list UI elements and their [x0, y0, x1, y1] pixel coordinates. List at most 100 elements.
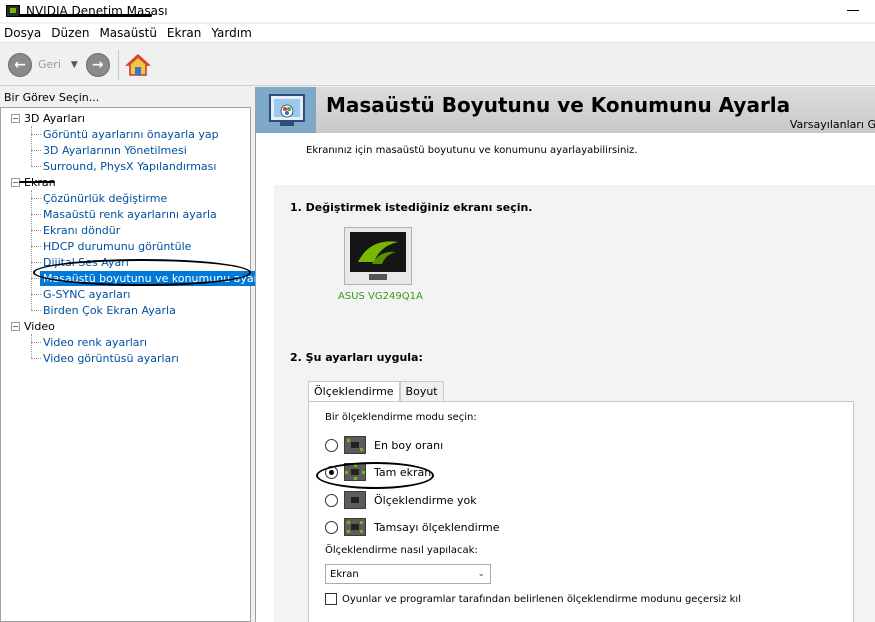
minimize-button[interactable]	[847, 10, 859, 11]
menu-masaustu[interactable]: Masaüstü	[95, 26, 162, 40]
tree-connector	[31, 150, 41, 151]
tree-item-label: HDCP durumunu görüntüle	[43, 239, 192, 253]
select-display-heading: 1. Değiştirmek istediğiniz ekranı seçin.	[290, 201, 533, 214]
annotation-circle	[33, 259, 251, 286]
tree-item-preset-image-settings[interactable]: Görüntü ayarlarını önayarla yap	[1, 126, 250, 142]
toolbar: ← Geri ▼ →	[0, 44, 875, 86]
radio-no-scaling[interactable]	[325, 493, 338, 507]
override-checkbox[interactable]	[325, 593, 337, 605]
monitor-stand	[369, 274, 387, 280]
restore-defaults-link[interactable]: Varsayılanları G	[790, 118, 875, 131]
tree-item-gsync-settings[interactable]: G-SYNC ayarları	[1, 286, 250, 302]
forward-button[interactable]: →	[85, 52, 110, 77]
back-button[interactable]: ← Geri	[8, 52, 61, 77]
tree-connector	[31, 358, 41, 359]
tree-connector	[31, 294, 41, 295]
page-description: Ekranınız için masaüstü boyutunu ve konu…	[306, 145, 638, 156]
override-label: Oyunlar ve programlar tarafından belirle…	[342, 593, 741, 605]
annotation-circle	[316, 462, 434, 489]
radio-integer-scaling[interactable]	[325, 520, 338, 534]
display-monitor-icon[interactable]	[344, 227, 412, 285]
option-no-scaling[interactable]: Ölçeklendirme yok	[325, 491, 477, 509]
menu-duzen[interactable]: Düzen	[47, 26, 95, 40]
annotation-underline	[18, 14, 152, 17]
history-dropdown-icon[interactable]: ▼	[71, 60, 78, 70]
tree-item-multiple-displays[interactable]: Birden Çok Ekran Ayarla	[1, 302, 250, 318]
aspect-ratio-icon	[344, 436, 366, 454]
tree-item-manage-3d-settings[interactable]: 3D Ayarlarının Yönetilmesi	[1, 142, 250, 158]
tree-item-label: Video görüntüsü ayarları	[43, 351, 179, 365]
tree-item-label: Masaüstü renk ayarlarını ayarla	[43, 207, 217, 221]
tree-connector	[31, 334, 32, 358]
tree-item-label: 3D Ayarlarının Yönetilmesi	[43, 143, 187, 157]
tree-connector	[31, 262, 41, 263]
tree-item-label: Birden Çok Ekran Ayarla	[43, 303, 176, 317]
tree-item-label: Video renk ayarları	[43, 335, 148, 349]
scaling-method-select[interactable]: Ekran ⌄	[325, 564, 491, 584]
scaling-method-label: Ölçeklendirme nasıl yapılacak:	[325, 545, 478, 556]
tree-item-video-color[interactable]: Video renk ayarları	[1, 334, 250, 350]
page-banner: Masaüstü Boyutunu ve Konumunu Ayarla Var…	[256, 87, 875, 133]
override-scaling-option[interactable]: Oyunlar ve programlar tarafından belirle…	[325, 593, 741, 605]
apply-settings-heading: 2. Şu ayarları uygula:	[290, 351, 423, 364]
display-settings-icon	[269, 94, 305, 126]
tree-connector	[31, 310, 41, 311]
option-integer-scaling[interactable]: Tamsayı ölçeklendirme	[325, 518, 500, 536]
page-title: Masaüstü Boyutunu ve Konumunu Ayarla	[326, 93, 791, 117]
radio-label: En boy oranı	[374, 438, 444, 452]
tree-connector	[31, 166, 41, 167]
settings-area: 1. Değiştirmek istediğiniz ekranı seçin.…	[274, 185, 875, 622]
tree-connector	[31, 214, 41, 215]
tree-connector	[31, 246, 41, 247]
toolbar-divider	[117, 49, 119, 80]
chevron-down-icon: ⌄	[477, 569, 485, 579]
content-panel: Masaüstü Boyutunu ve Konumunu Ayarla Var…	[255, 87, 875, 622]
menu-yardim[interactable]: Yardım	[207, 26, 257, 40]
tree-item-label: Çözünürlük değiştirme	[43, 191, 168, 205]
home-icon[interactable]	[124, 52, 151, 78]
scaling-mode-prompt: Bir ölçeklendirme modu seçin:	[325, 412, 477, 423]
tree-item-label: Surround, PhysX Yapılandırması	[43, 159, 217, 173]
banner-accent	[256, 87, 316, 133]
tree-item-video-image[interactable]: Video görüntüsü ayarları	[1, 350, 250, 366]
collapse-icon[interactable]: −	[11, 321, 20, 331]
tree-item-label: Görüntü ayarlarını önayarla yap	[43, 127, 219, 141]
title-bar: NVIDIA Denetim Masası	[0, 0, 875, 22]
tree-item-label: G-SYNC ayarları	[43, 287, 131, 301]
tree-connector	[31, 134, 41, 135]
task-panel-header: Bir Görev Seçin...	[4, 90, 100, 104]
radio-aspect-ratio[interactable]	[325, 438, 338, 452]
tab-scaling[interactable]: Ölçeklendirme	[308, 381, 400, 402]
annotation-underline	[19, 181, 55, 183]
tree-connector	[31, 198, 41, 199]
tree-item-change-resolution[interactable]: Çözünürlük değiştirme	[1, 190, 250, 206]
tree-connector	[31, 126, 32, 166]
tree-connector	[31, 190, 32, 310]
menu-ekran[interactable]: Ekran	[163, 26, 207, 40]
no-scaling-icon	[344, 491, 366, 509]
tree-category-label: Video	[24, 319, 55, 333]
tree-category-video[interactable]: − Video	[1, 318, 250, 334]
tree-item-label: Ekranı döndür	[43, 223, 121, 237]
scaling-tab-panel: Bir ölçeklendirme modu seçin: En boy ora…	[308, 401, 854, 622]
task-tree: −3D Ayarları Görüntü ayarlarını önayarla …	[1, 108, 271, 366]
back-label: Geri	[38, 58, 61, 71]
select-value: Ekran	[330, 568, 359, 580]
monitor-screen	[350, 232, 406, 272]
option-aspect-ratio[interactable]: En boy oranı	[325, 436, 443, 454]
tree-item-rotate-display[interactable]: Ekranı döndür	[1, 222, 250, 238]
task-tree-panel: −3D Ayarları Görüntü ayarlarını önayarla …	[0, 107, 271, 622]
tree-item-hdcp-status[interactable]: HDCP durumunu görüntüle	[1, 238, 250, 254]
menu-dosya[interactable]: Dosya	[0, 26, 47, 40]
tree-item-surround-physx[interactable]: Surround, PhysX Yapılandırması	[1, 158, 250, 174]
menu-bar: Dosya Düzen Masaüstü Ekran Yardım	[0, 24, 875, 43]
tree-category-3d-settings[interactable]: −3D Ayarları	[1, 110, 250, 126]
tree-item-desktop-color[interactable]: Masaüstü renk ayarlarını ayarla	[1, 206, 250, 222]
tab-size[interactable]: Boyut	[399, 381, 444, 402]
tree-connector	[31, 230, 41, 231]
tree-connector	[31, 342, 41, 343]
integer-scaling-icon	[344, 518, 366, 536]
arrow-left-icon: ←	[8, 52, 32, 77]
collapse-icon[interactable]: −	[11, 113, 20, 123]
monitor-name[interactable]: ASUS VG249Q1A	[338, 291, 423, 302]
